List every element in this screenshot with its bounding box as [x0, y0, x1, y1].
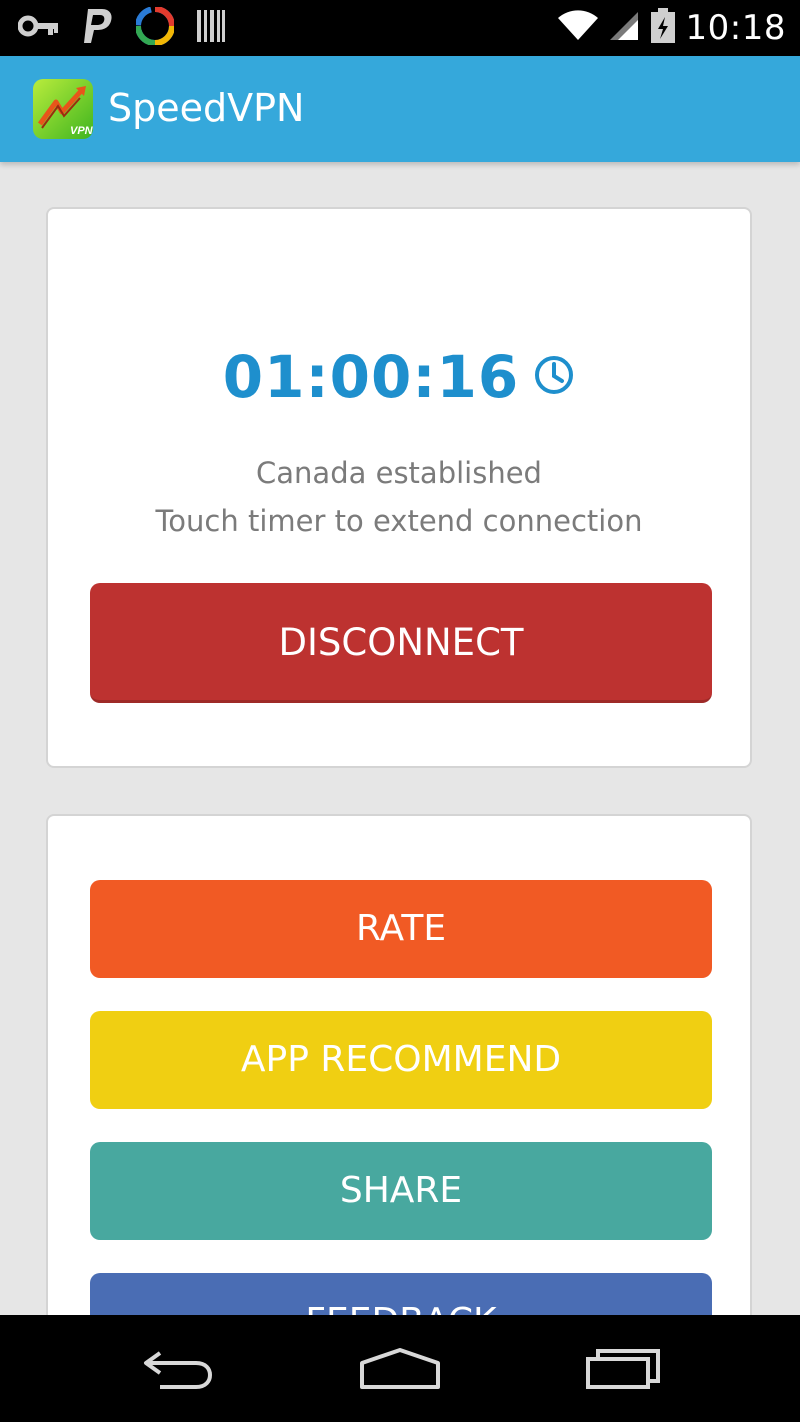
vpn-key-icon — [17, 13, 60, 44]
navigation-bar — [0, 1315, 800, 1422]
recents-icon[interactable] — [574, 1337, 674, 1401]
system-indicators: 10:18 — [557, 7, 786, 49]
battery-icon — [650, 7, 676, 49]
extend-hint: Touch timer to extend connection — [155, 504, 643, 538]
home-icon[interactable] — [350, 1337, 450, 1401]
status-bar: 10:18 — [0, 0, 800, 56]
speedvpn-logo-icon: VPN — [32, 78, 94, 140]
connection-timer[interactable]: 01:00:16 — [223, 343, 520, 411]
app-logo-icon — [135, 5, 175, 50]
wifi-icon — [557, 9, 598, 47]
disconnect-button[interactable]: DISCONNECT — [90, 583, 712, 703]
rate-button[interactable]: RATE — [90, 880, 712, 978]
cellular-signal-icon — [608, 10, 640, 47]
clock-icon[interactable] — [533, 354, 575, 401]
notification-icons — [17, 5, 226, 50]
connection-status: Canada established — [256, 456, 542, 490]
back-icon[interactable] — [128, 1337, 228, 1401]
svg-text:VPN: VPN — [70, 125, 94, 137]
app-recommend-button[interactable]: APP RECOMMEND — [90, 1011, 712, 1109]
barcode-icon — [196, 9, 226, 48]
clock-time: 10:18 — [685, 8, 786, 48]
paypal-icon — [82, 7, 114, 50]
share-button[interactable]: SHARE — [90, 1142, 712, 1240]
app-bar: VPN SpeedVPN — [0, 56, 800, 162]
connection-card: 01:00:16 Canada established Touch timer … — [46, 207, 752, 768]
actions-card: RATE APP RECOMMEND SHARE FEEDBACK — [46, 814, 752, 1374]
app-title: SpeedVPN — [108, 86, 305, 130]
timer-button[interactable]: 01:00:16 — [48, 337, 750, 417]
